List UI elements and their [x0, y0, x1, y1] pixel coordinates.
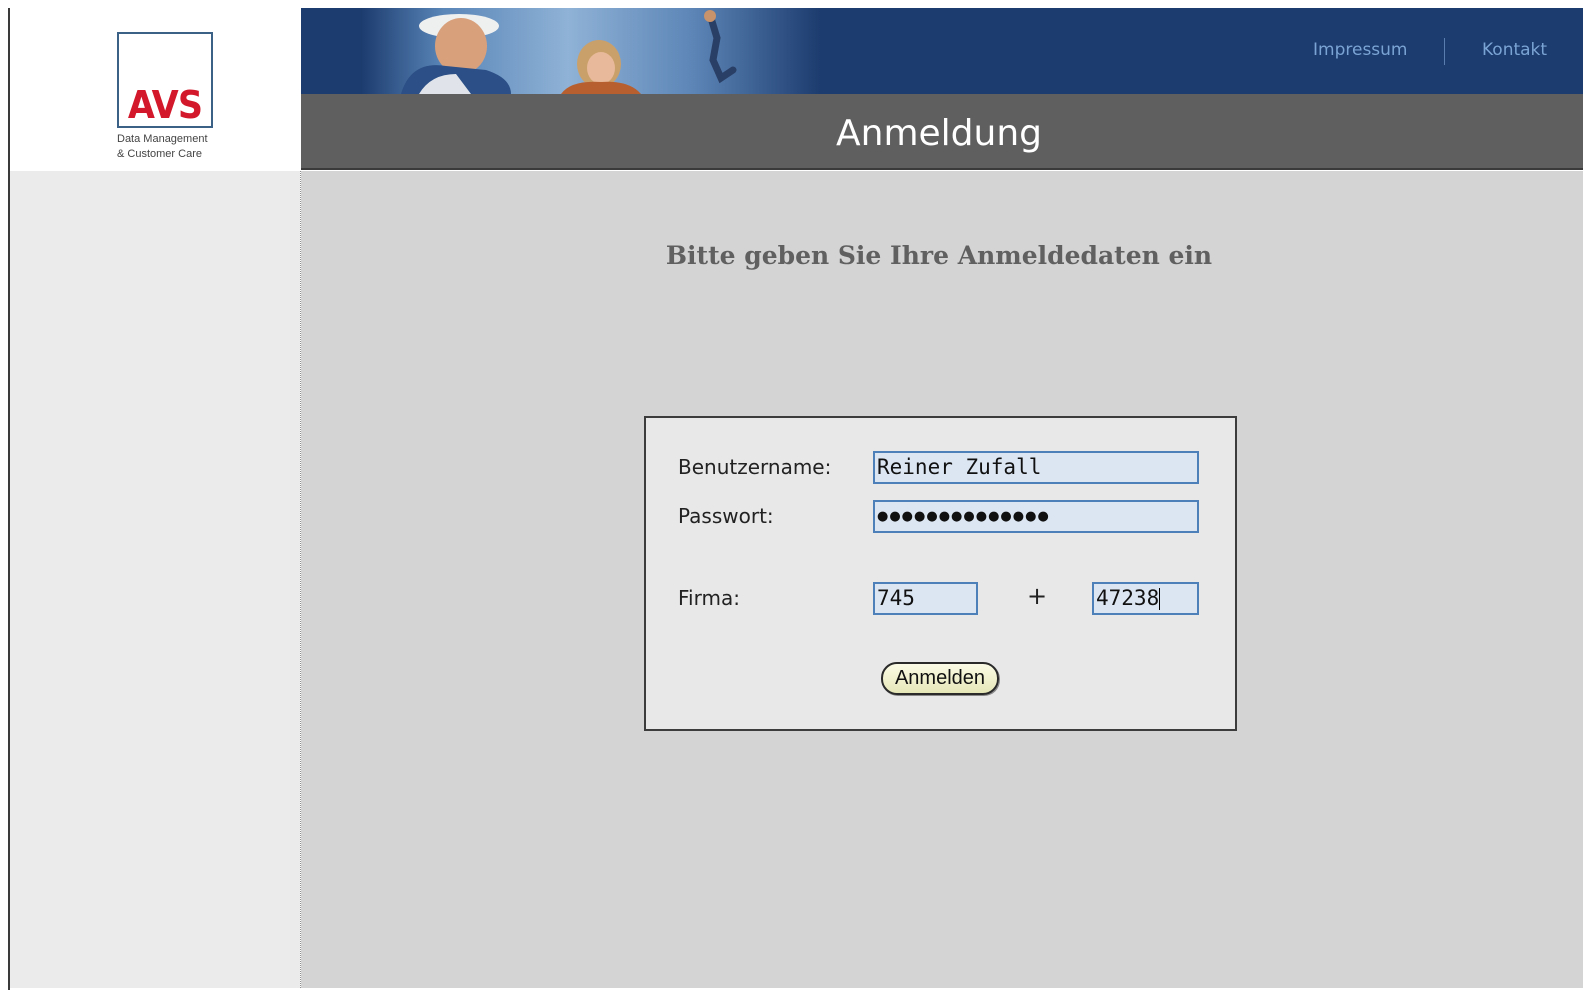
impressum-link[interactable]: Impressum — [1313, 40, 1408, 60]
login-button[interactable]: Anmelden — [881, 662, 999, 695]
logo-tagline: Data Management & Customer Care — [117, 132, 237, 162]
title-bar: Anmeldung — [301, 94, 1583, 170]
username-input[interactable]: Reiner Zufall — [873, 451, 1199, 484]
company-code-value: 47238 — [1096, 586, 1160, 610]
kontakt-link[interactable]: Kontakt — [1482, 40, 1547, 60]
header-link-separator — [1444, 38, 1445, 65]
page-title: Anmeldung — [836, 113, 1042, 154]
text-cursor — [1159, 588, 1161, 610]
main-content: Bitte geben Sie Ihre Anmeldedaten ein Be… — [301, 171, 1583, 988]
avs-logo[interactable]: AVS — [117, 32, 213, 128]
logo-tagline-line1: Data Management — [117, 133, 208, 145]
password-input[interactable]: ●●●●●●●●●●●●●● — [873, 500, 1199, 533]
company-code-input[interactable]: 47238 — [1092, 582, 1199, 615]
login-instructions: Bitte geben Sie Ihre Anmeldedaten ein — [665, 241, 1213, 270]
header-banner: Impressum Kontakt — [301, 8, 1583, 94]
username-label: Benutzername: — [678, 455, 832, 479]
banner-people-illustration — [401, 10, 737, 94]
logo-tagline-line2: & Customer Care — [117, 148, 202, 160]
company-label: Firma: — [678, 586, 740, 610]
logo-brand-text: AVS — [127, 83, 203, 127]
plus-sign: + — [1027, 582, 1048, 610]
password-label: Passwort: — [678, 504, 774, 528]
logo-area: AVS Data Management & Customer Care — [10, 8, 301, 171]
login-form: Benutzername: Reiner Zufall Passwort: ●●… — [644, 416, 1237, 731]
sidebar — [10, 171, 300, 988]
company-number-input[interactable]: 745 — [873, 582, 978, 615]
